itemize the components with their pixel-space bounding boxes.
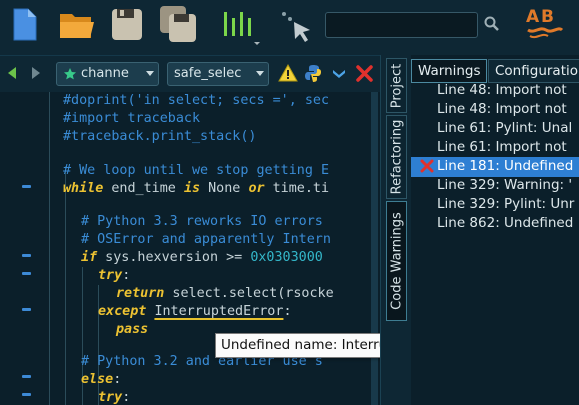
- save-all-icon[interactable]: [156, 0, 200, 50]
- warning-item[interactable]: Line 61: Import not: [437, 138, 567, 157]
- warning-icon[interactable]: [278, 63, 298, 83]
- search-icon[interactable]: [484, 16, 500, 32]
- warning-item[interactable]: Line 48: Import not: [437, 100, 567, 119]
- tab-warnings[interactable]: Warnings: [411, 59, 487, 83]
- code-line: # We loop until we stop getting E: [63, 163, 330, 178]
- code-line: #traceback.print_stack(): [63, 129, 257, 144]
- class-combo-label: channe: [81, 66, 129, 81]
- scrollbar-thumb[interactable]: [371, 92, 378, 405]
- main-toolbar: A B: [0, 0, 579, 55]
- tab-code-warnings[interactable]: Code Warnings: [386, 201, 407, 321]
- error-x-icon: [420, 159, 434, 173]
- fold-marker[interactable]: [22, 375, 31, 378]
- fold-marker[interactable]: [22, 185, 31, 188]
- indent-guide: [65, 166, 66, 405]
- warning-item[interactable]: Line 862: Undefined: [437, 214, 573, 233]
- tab-configuration[interactable]: Configuration: [488, 59, 579, 83]
- code-line: while end_time is None or time.ti: [63, 181, 330, 196]
- tab-refactoring-label: Refactoring: [389, 119, 404, 195]
- spell-check-icon[interactable]: A B: [522, 0, 566, 50]
- editor-toolbar: channe safe_selec: [0, 55, 380, 92]
- save-icon[interactable]: [108, 0, 146, 50]
- tab-project-label: Project: [389, 63, 404, 108]
- code-line: # OSError and apparently Intern: [81, 232, 331, 247]
- code-line: if sys.hexversion >= 0x0303000: [81, 250, 323, 265]
- code-line: # Python 3.3 reworks IO errors: [81, 214, 323, 229]
- fold-marker[interactable]: [22, 308, 31, 311]
- code-line: try:: [98, 268, 131, 283]
- back-arrow-icon[interactable]: [6, 66, 18, 80]
- editor-gutter[interactable]: [0, 92, 48, 405]
- fold-marker[interactable]: [22, 272, 31, 275]
- vertical-scrollbar[interactable]: [371, 92, 378, 405]
- code-line: else:: [81, 372, 122, 387]
- class-star-icon: [64, 68, 76, 80]
- code-line: #doprint('in select; secs =', sec: [63, 93, 330, 108]
- warning-item[interactable]: Line 329: Warning: ': [437, 176, 572, 195]
- chevron-down-icon: [146, 71, 154, 76]
- forward-arrow-icon[interactable]: [30, 66, 42, 80]
- class-combo[interactable]: channe: [56, 62, 159, 86]
- code-editor[interactable]: #doprint('in select; secs =', sec #impor…: [48, 92, 378, 405]
- code-line: pass: [116, 322, 149, 337]
- code-line: #import traceback: [63, 111, 201, 126]
- tab-project[interactable]: Project: [386, 58, 407, 113]
- warning-item[interactable]: Line 48: Import not: [437, 81, 567, 100]
- panel-tabs: Warnings Configuration: [411, 59, 579, 83]
- warnings-panel: Warnings Configuration Line 48: Import n…: [411, 55, 579, 405]
- open-folder-icon[interactable]: [56, 0, 98, 50]
- close-icon[interactable]: [356, 65, 373, 82]
- method-combo[interactable]: safe_selec: [167, 62, 269, 86]
- method-combo-label: safe_selec: [174, 66, 242, 81]
- side-tab-bar: Project Refactoring Code Warnings: [380, 55, 411, 405]
- new-file-icon[interactable]: [8, 0, 42, 50]
- chevron-down-icon[interactable]: [331, 66, 347, 82]
- fold-marker[interactable]: [22, 254, 31, 257]
- code-line: try:: [98, 390, 131, 405]
- code-line: except InterruptedError:: [98, 304, 292, 319]
- tab-code-warnings-label: Code Warnings: [389, 212, 404, 310]
- python-shell-icon[interactable]: [304, 63, 322, 83]
- tab-refactoring[interactable]: Refactoring: [386, 115, 407, 199]
- svg-text:A: A: [526, 7, 540, 27]
- goto-definition-icon[interactable]: [276, 0, 320, 50]
- chevron-down-icon: [256, 71, 264, 76]
- warning-item[interactable]: Line 329: Pylint: Unr: [437, 195, 574, 214]
- warning-item-selected[interactable]: Line 181: Undefined: [437, 157, 573, 176]
- indent-guides-icon[interactable]: [218, 0, 262, 50]
- indent-guide: [49, 92, 50, 405]
- undefined-name-error[interactable]: InterruptedError: [154, 304, 283, 319]
- code-line: return select.select(rsocke: [116, 286, 334, 301]
- svg-text:B: B: [541, 7, 554, 27]
- warning-item[interactable]: Line 61: Pylint: Unal: [437, 119, 572, 138]
- fold-marker[interactable]: [22, 393, 31, 396]
- search-input[interactable]: [325, 12, 478, 38]
